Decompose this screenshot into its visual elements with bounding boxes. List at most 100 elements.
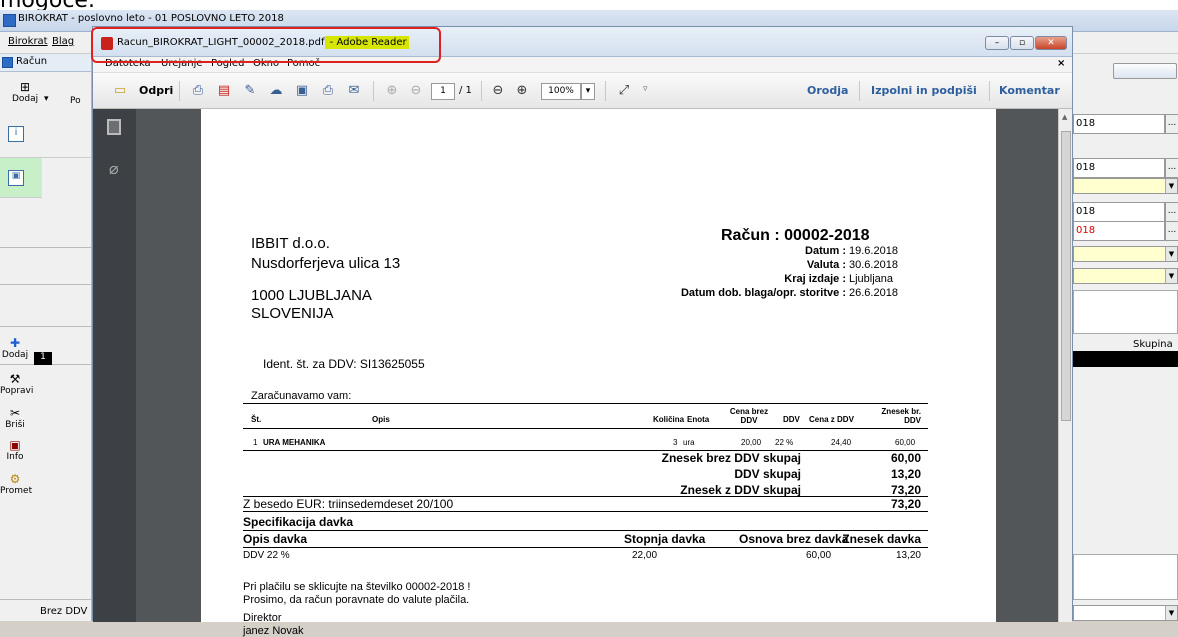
item-znesek: 60,00 (895, 438, 916, 447)
tax-row-opis: DDV 22 % (243, 550, 290, 561)
payment-note: Pri plačilu se sklicujte na številko 000… (243, 581, 471, 593)
company-country: SLOVENIJA (251, 305, 334, 322)
meta-value: Ljubljana (849, 273, 894, 285)
pdf-convert-icon[interactable]: ▤ (215, 82, 233, 100)
page-up-icon[interactable]: ⊕ (383, 82, 401, 100)
brisi-button[interactable]: ✂ Briši (0, 406, 30, 430)
minimize-button[interactable]: – (985, 36, 1009, 50)
company-name: IBBIT d.o.o. (251, 235, 330, 252)
info-tab-icon: i (8, 126, 24, 142)
info-button[interactable]: ▣ Info (0, 438, 30, 462)
total-label: Znesek z DDV skupaj (680, 483, 801, 497)
reader-toolbar: ▭ Odpri ⎙ ▤ ✎ ☁ ▣ ⎙ ✉ ⊕ ⊖ 1 / 1 ⊖ ⊕ 100%… (93, 73, 1072, 109)
tax-col-osnova: Osnova brez davka (739, 532, 849, 546)
zoom-level-select[interactable]: 100% (541, 83, 581, 100)
add-label: Dodaj (12, 94, 39, 104)
separator (989, 81, 990, 101)
caption-text: mogoče. (0, 0, 95, 10)
table-rule (243, 450, 928, 451)
dropdown-4[interactable]: ▼ (1073, 605, 1178, 621)
table-rule (243, 511, 928, 512)
chevron-down-icon: ▼ (1165, 179, 1177, 193)
comment-button[interactable]: Komentar (999, 84, 1060, 97)
brisi-label: Briši (5, 420, 25, 430)
scroll-up-icon[interactable]: ▲ (1062, 113, 1067, 121)
meta-value: 19.6.2018 (849, 245, 898, 257)
table-rule (243, 403, 928, 404)
divider (0, 284, 91, 285)
zoom-in-icon[interactable]: ⊕ (513, 82, 531, 100)
table-rule (243, 428, 928, 429)
signatory-name: janez Novak (243, 625, 304, 637)
separator (481, 81, 482, 101)
dropdown-3[interactable]: ▼ (1073, 268, 1178, 284)
save-icon[interactable]: ▣ (293, 82, 311, 100)
selected-row[interactable] (1073, 351, 1178, 367)
page-down-icon[interactable]: ⊖ (407, 82, 425, 100)
dodaj-button[interactable]: ✚ Dodaj (0, 336, 30, 360)
row-number: 1 (34, 352, 52, 365)
tax-spec-title: Specifikacija davka (243, 515, 354, 529)
browse-button[interactable]: ... (1165, 158, 1178, 178)
dodaj-label: Dodaj (1, 350, 29, 360)
right-window-buttons[interactable] (1113, 63, 1177, 79)
browse-button[interactable]: ... (1165, 221, 1178, 241)
tab-info[interactable]: i (0, 118, 91, 158)
popravi-button[interactable]: ⚒ Popravi (0, 372, 33, 396)
close-button[interactable]: ✕ (1035, 36, 1067, 50)
date-field-4[interactable]: 018 (1073, 221, 1165, 241)
tax-row-stopnja: 22,00 (632, 550, 658, 561)
racun-icon (2, 57, 13, 68)
fill-sign-button[interactable]: Izpolni in podpiši (871, 84, 977, 97)
folder-open-icon[interactable]: ▭ (111, 82, 129, 100)
print-icon[interactable]: ⎙ (319, 82, 337, 100)
chevron-down-icon[interactable]: ▾ (44, 94, 49, 104)
browse-button[interactable]: ... (1165, 114, 1178, 134)
add-button[interactable]: ⊞ Dodaj (12, 80, 38, 104)
date-field-2[interactable]: 018 (1073, 158, 1165, 178)
notes-box[interactable] (1073, 290, 1178, 334)
col-kolicina: Količina (653, 415, 685, 424)
attachment-icon[interactable]: ⌀ (109, 159, 119, 178)
cloud-upload-icon[interactable]: ☁ (267, 82, 285, 100)
dropdown-2[interactable]: ▼ (1073, 246, 1178, 262)
create-pdf-icon[interactable]: ⎙ (189, 82, 207, 100)
meta-value: 30.6.2018 (849, 259, 898, 271)
right-panel: 018 ... 018 ... ▼ 018 ... 018 ... ▼ ▼ Sk… (1073, 54, 1178, 621)
col-enota: Enota (687, 415, 710, 424)
zoom-out-icon[interactable]: ⊖ (489, 82, 507, 100)
tools-button[interactable]: Orodja (807, 84, 848, 97)
caption-strip: mogoče. (0, 0, 1178, 10)
chevron-down-icon[interactable]: ▾ (581, 83, 595, 100)
maximize-button[interactable]: ▫ (1010, 36, 1034, 50)
separator (605, 81, 606, 101)
racun-window-header: Račun (0, 54, 91, 72)
close-document-icon[interactable]: × (1057, 58, 1065, 69)
info-label: Info (6, 452, 24, 462)
email-icon[interactable]: ✉ (345, 82, 363, 100)
edit-icon[interactable]: ✎ (241, 82, 259, 100)
menu-blag[interactable]: Blag (52, 36, 74, 47)
pages-panel-icon[interactable] (107, 119, 121, 135)
open-button[interactable]: Odpri (139, 84, 173, 97)
brez-ddv-label: Brez DDV (40, 606, 88, 617)
scroll-thumb[interactable] (1061, 131, 1071, 421)
vertical-scrollbar[interactable]: ▲ (1058, 109, 1072, 622)
fullscreen-icon[interactable]: ⤢ (615, 82, 633, 100)
more-tools-icon[interactable]: ▿ (643, 84, 648, 94)
chevron-down-icon: ▼ (1165, 269, 1177, 283)
dropdown-1[interactable]: ▼ (1073, 178, 1178, 194)
page-number-input[interactable]: 1 (431, 83, 455, 100)
browse-button[interactable]: ... (1165, 202, 1178, 222)
company-city: 1000 LJUBLJANA (251, 287, 372, 304)
item-opis: URA MEHANIKA (263, 438, 326, 447)
page-count: / 1 (459, 85, 472, 96)
promet-button[interactable]: ⚙ Promet (0, 472, 32, 496)
date-field-1[interactable]: 018 (1073, 114, 1165, 134)
item-ddv: 22 % (775, 438, 794, 447)
bottom-box[interactable] (1073, 554, 1178, 600)
date-field-3[interactable]: 018 (1073, 202, 1165, 222)
col-cena-ddv: Cena z DDV (809, 415, 854, 424)
menu-birokrat[interactable]: Birokrat (8, 36, 48, 47)
tab-vehicle[interactable]: ▣ (0, 158, 42, 198)
